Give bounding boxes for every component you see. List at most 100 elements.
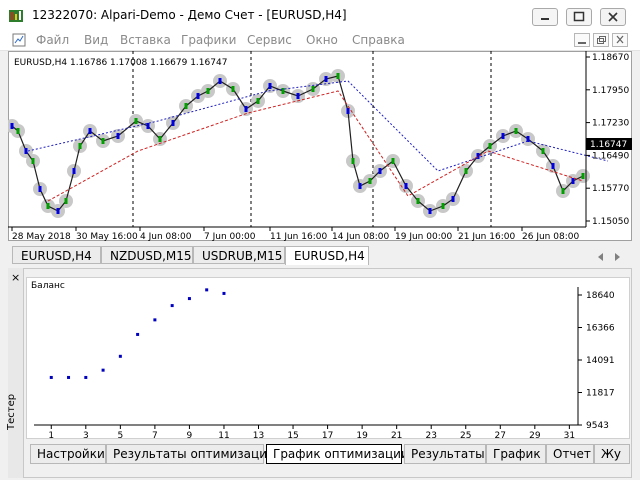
price-series: [8, 69, 609, 218]
svg-text:29: 29: [529, 431, 541, 439]
balance-x-tick: 31: [564, 425, 575, 439]
tab-usdrub-m15[interactable]: USDRUB,M15: [193, 246, 285, 264]
tab-settings[interactable]: Настройки: [30, 444, 106, 464]
menu-insert[interactable]: Вставка: [120, 33, 171, 47]
balance-x-tick: 5: [117, 425, 123, 439]
balance-x-tick: 25: [460, 425, 471, 439]
price-x-tick: 19 Jun 00:00: [394, 227, 452, 241]
balance-y-tick: 11817: [578, 389, 615, 399]
balance-point: [170, 304, 174, 308]
tab-eurusd-h4-active[interactable]: EURUSD,H4: [285, 246, 369, 265]
minimize-button[interactable]: [532, 8, 558, 26]
price-x-tick: 21 Jun 16:00: [457, 227, 515, 241]
minimize-icon: [541, 18, 549, 20]
balance-y-tick: 14091: [578, 356, 615, 366]
svg-text:13: 13: [253, 431, 264, 439]
svg-text:1.17230: 1.17230: [592, 119, 629, 129]
svg-text:27: 27: [495, 431, 506, 439]
menu-view[interactable]: Вид: [84, 33, 108, 47]
price-y-tick: 1.16490: [586, 151, 629, 161]
chart-header: EURUSD,H4 1.16786 1.17008 1.16679 1.1674…: [14, 58, 227, 68]
balance-x-tick: 29: [529, 425, 541, 439]
current-price-label: 1.16747: [590, 140, 627, 150]
mdi-restore-button[interactable]: [593, 33, 609, 47]
tab-optimization-results[interactable]: Результаты оптимизации: [106, 444, 275, 464]
chart-title: Баланс: [31, 281, 65, 291]
price-chart[interactable]: EURUSD,H4 1.16786 1.17008 1.16679 1.1674…: [8, 51, 632, 241]
menu-charts[interactable]: Графики: [181, 33, 236, 47]
balance-x-tick: 7: [152, 425, 158, 439]
svg-text:1.17950: 1.17950: [592, 86, 629, 96]
price-x-tick: 4 Jun 08:00: [139, 227, 192, 241]
balance-x-tick: 27: [495, 425, 506, 439]
tab-eurusd-h4[interactable]: EURUSD,H4: [12, 246, 101, 264]
balance-x-tick: 15: [287, 425, 299, 439]
svg-text:7 Jun 00:00: 7 Jun 00:00: [204, 232, 256, 241]
balance-x-tick: 1: [48, 425, 54, 439]
svg-text:28 May 2018: 28 May 2018: [12, 232, 71, 241]
price-x-tick: 14 Jun 08:00: [331, 227, 389, 241]
svg-text:9: 9: [187, 431, 193, 439]
price-y-tick: 1.15050: [586, 217, 629, 227]
svg-text:19: 19: [356, 431, 368, 439]
tab-scroll-right-icon[interactable]: [612, 251, 622, 265]
menu-help[interactable]: Справка: [352, 33, 405, 47]
mdi-minimize-button[interactable]: [574, 33, 590, 47]
price-y-tick: 1.18670: [586, 53, 629, 63]
chart-window-icon[interactable]: [12, 33, 26, 47]
tester-close-button[interactable]: ×: [11, 271, 20, 284]
tab-graph[interactable]: График: [486, 444, 546, 464]
tab-nzdusd-m15[interactable]: NZDUSD,M15: [101, 246, 193, 264]
balance-y-tick: 9543: [578, 421, 609, 431]
balance-point: [118, 354, 122, 358]
svg-text:14 Jun 08:00: 14 Jun 08:00: [332, 232, 389, 241]
close-button[interactable]: [600, 8, 626, 26]
price-y-tick: 1.17950: [586, 86, 629, 96]
menu-tools[interactable]: Сервис: [247, 33, 292, 47]
close-icon: [616, 35, 624, 44]
svg-text:25: 25: [460, 431, 471, 439]
window-title: 12322070: Alpari-Demo - Демо Счет - [EUR…: [32, 8, 347, 22]
price-x-tick: 28 May 2018: [11, 227, 71, 241]
tab-scroll-left-icon[interactable]: [596, 251, 606, 265]
price-y-tick: 1.15770: [586, 184, 629, 194]
svg-text:18640: 18640: [586, 291, 615, 301]
svg-text:11: 11: [218, 431, 229, 439]
balance-point: [101, 368, 105, 372]
svg-text:23: 23: [425, 431, 436, 439]
balance-x-tick: 13: [253, 425, 264, 439]
balance-x-tick: 9: [187, 425, 193, 439]
tab-journal[interactable]: Жу: [594, 444, 630, 464]
restore-icon: [597, 36, 606, 44]
tester-side-label: Тестер: [6, 393, 17, 430]
maximize-button[interactable]: [566, 8, 592, 26]
balance-x-tick: 19: [356, 425, 368, 439]
balance-point: [153, 318, 157, 322]
optimization-graph[interactable]: Баланс 186401636614091118179543 1 3 5 7 9 11 1…: [26, 277, 630, 439]
svg-text:1.15770: 1.15770: [592, 184, 629, 194]
svg-text:31: 31: [564, 431, 575, 439]
svg-text:1: 1: [48, 431, 54, 439]
close-icon: [608, 12, 618, 22]
price-x-tick: 7 Jun 00:00: [203, 227, 256, 241]
svg-text:14091: 14091: [586, 356, 615, 366]
svg-text:30 May 16:00: 30 May 16:00: [76, 232, 138, 241]
app-icon: [9, 10, 23, 22]
svg-text:7: 7: [152, 431, 158, 439]
balance-y-tick: 18640: [578, 291, 615, 301]
svg-text:3: 3: [83, 431, 89, 439]
balance-point: [84, 375, 88, 379]
minimize-icon: [578, 42, 586, 44]
tab-report[interactable]: Отчет: [546, 444, 594, 464]
mdi-close-button[interactable]: [612, 33, 628, 47]
tab-results[interactable]: Результаты: [404, 444, 486, 464]
svg-text:5: 5: [117, 431, 123, 439]
svg-text:4 Jun 08:00: 4 Jun 08:00: [140, 232, 192, 241]
tab-optimization-graph[interactable]: График оптимизации: [266, 444, 409, 464]
menu-file[interactable]: Файл: [36, 33, 69, 47]
svg-text:19 Jun 00:00: 19 Jun 00:00: [395, 232, 452, 241]
menu-window[interactable]: Окно: [306, 33, 338, 47]
balance-point: [222, 291, 226, 295]
svg-text:11817: 11817: [586, 389, 615, 399]
tester-side-strip: [8, 268, 24, 478]
